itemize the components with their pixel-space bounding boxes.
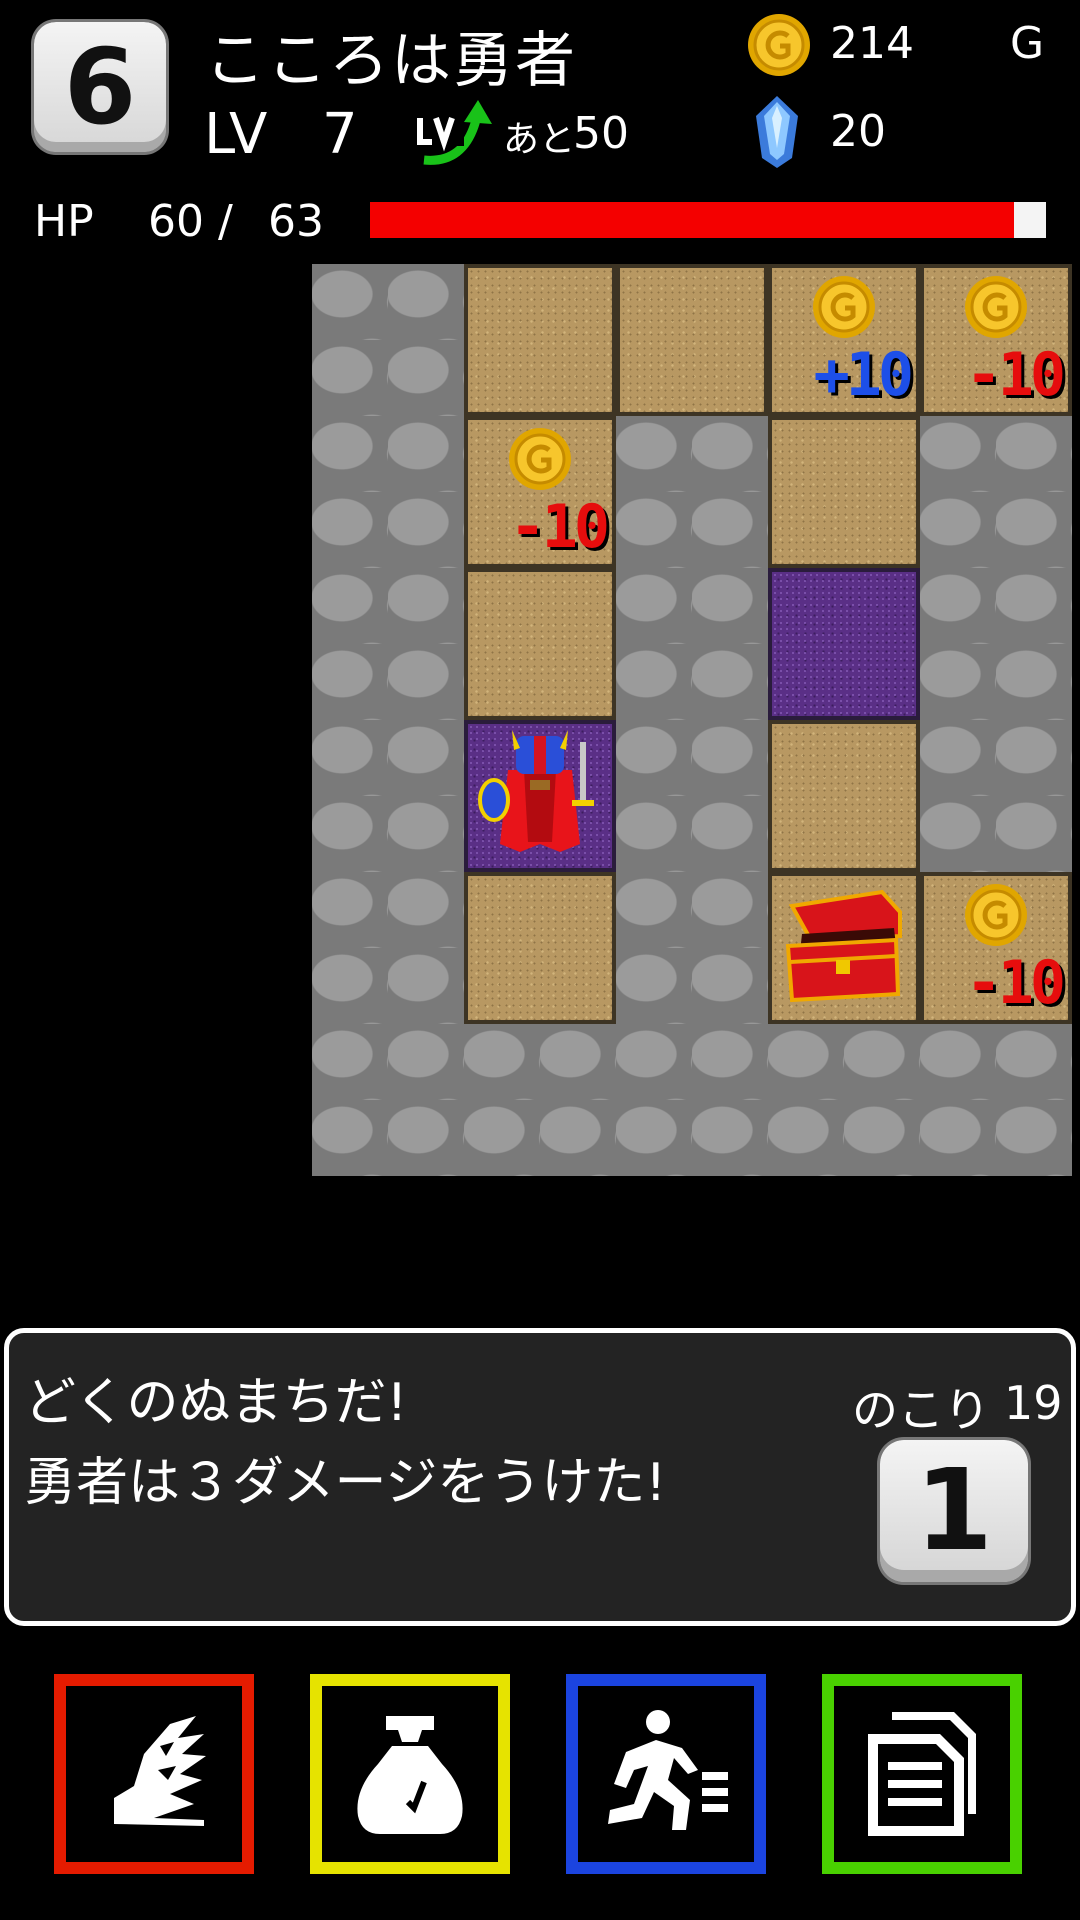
document-icon	[868, 1712, 976, 1836]
message-line-2: 勇者は３ダメージをうけた!	[24, 1453, 667, 1513]
sand-tile: -10	[920, 872, 1072, 1024]
stone-tile	[312, 872, 464, 1024]
sand-tile	[768, 416, 920, 568]
sand-tile: -10	[920, 264, 1072, 416]
sand-tile: -10	[464, 416, 616, 568]
hp-current: 60	[148, 196, 204, 247]
stone-tile	[920, 568, 1072, 720]
hp-bar-fill	[370, 202, 1014, 238]
gold-coin-icon	[965, 276, 1027, 338]
stone-tile	[464, 1024, 616, 1176]
gold-coin-icon	[748, 14, 810, 76]
message-line-1: どくのぬまちだ!	[24, 1373, 408, 1433]
level-label: LV	[204, 102, 268, 167]
hp-label: HP	[34, 196, 94, 247]
wing-icon	[114, 1716, 206, 1826]
gold-coin-icon	[813, 276, 875, 338]
stone-tile	[920, 1024, 1072, 1176]
level-up-icon	[416, 100, 492, 165]
level-value: 7	[322, 102, 358, 167]
stone-tile	[312, 720, 464, 872]
stone-tile	[616, 568, 768, 720]
hero-name: こころは勇者	[205, 26, 577, 96]
sand-tile	[616, 264, 768, 416]
gold-coin-icon	[965, 884, 1027, 946]
treasure-chest-icon[interactable]	[772, 876, 916, 1020]
remaining-moves-label: のこり	[852, 1383, 990, 1437]
remaining-moves-value: 19	[1004, 1376, 1063, 1430]
hp-bar	[370, 202, 1046, 238]
bag-button[interactable]	[310, 1674, 510, 1874]
gold-delta-label: -10	[509, 492, 610, 562]
gold-coin-icon	[509, 428, 571, 490]
stone-tile	[312, 568, 464, 720]
sand-tile	[768, 872, 920, 1024]
stone-tile	[920, 720, 1072, 872]
sand-tile: +10	[768, 264, 920, 416]
dice-result[interactable]: 1	[880, 1440, 1028, 1582]
swamp-tile	[464, 720, 616, 872]
swamp-tile	[768, 568, 920, 720]
sand-tile	[768, 720, 920, 872]
running-man-icon	[608, 1710, 728, 1830]
blue-gem-icon	[756, 96, 798, 168]
stone-tile	[616, 720, 768, 872]
exp-remaining-value: 50	[573, 108, 629, 159]
gold-amount: 214	[830, 18, 914, 69]
sand-tile	[464, 872, 616, 1024]
gold-delta-label: +10	[813, 340, 914, 410]
stone-tile	[312, 264, 464, 416]
stone-tile	[312, 1024, 464, 1176]
sand-tile	[464, 568, 616, 720]
dungeon-map: +10 -10 -10 -10	[312, 264, 1072, 1176]
stone-tile	[616, 872, 768, 1024]
escape-button[interactable]	[566, 1674, 766, 1874]
bag-icon	[357, 1716, 463, 1834]
stone-tile	[768, 1024, 920, 1176]
status-button[interactable]	[822, 1674, 1022, 1874]
stone-tile	[616, 416, 768, 568]
gem-amount: 20	[830, 106, 886, 157]
stone-tile	[616, 1024, 768, 1176]
exp-remaining-prefix: あと	[503, 119, 576, 160]
floor-number-badge: 6	[34, 22, 166, 152]
stone-tile	[312, 416, 464, 568]
gold-delta-label: -10	[965, 340, 1066, 410]
hero-icon	[478, 730, 594, 852]
hp-separator: /	[218, 196, 233, 247]
sand-tile	[464, 264, 616, 416]
gold-delta-label: -10	[965, 948, 1066, 1018]
stone-tile	[920, 416, 1072, 568]
magic-button[interactable]	[54, 1674, 254, 1874]
gold-unit: G	[1010, 18, 1045, 69]
hp-max: 63	[268, 196, 324, 247]
